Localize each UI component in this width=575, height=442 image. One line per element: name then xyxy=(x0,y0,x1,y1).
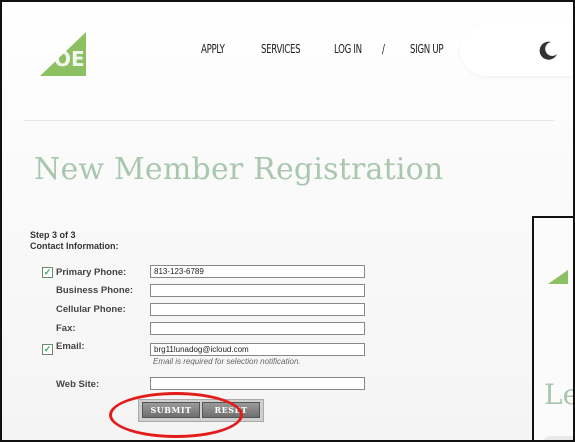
business-phone-label: Business Phone: xyxy=(56,285,134,296)
primary-phone-input[interactable]: 813-123-6789 xyxy=(150,265,365,278)
fax-input[interactable] xyxy=(150,322,365,335)
header-divider xyxy=(24,120,554,121)
moon-icon[interactable] xyxy=(537,40,559,62)
cellular-phone-input[interactable] xyxy=(150,303,365,316)
browser-frame: OE APPLY SERVICES LOG IN / SIGN UP New M… xyxy=(0,0,575,442)
email-label: Email: xyxy=(56,341,85,352)
website-input[interactable] xyxy=(150,377,365,390)
svg-text:OE: OE xyxy=(54,47,85,71)
nav-separator: / xyxy=(382,42,385,56)
website-label: Web Site: xyxy=(56,379,100,390)
overlay-screenshot: Le xyxy=(532,216,573,440)
email-hint: Email is required for selection notifica… xyxy=(153,357,301,366)
nav-apply-link[interactable]: APPLY xyxy=(201,42,225,56)
primary-phone-label: Primary Phone: xyxy=(56,267,127,278)
overlay-logo-icon xyxy=(548,270,568,284)
step-indicator: Step 3 of 3 xyxy=(30,230,76,240)
overlay-bar xyxy=(544,436,573,440)
email-input[interactable]: brg11lunadog@icloud.com xyxy=(150,343,365,356)
fax-label: Fax: xyxy=(56,323,76,334)
overlay-title-fragment: Le xyxy=(544,378,573,411)
nav-signup-link[interactable]: SIGN UP xyxy=(410,42,444,56)
nav-login-link[interactable]: LOG IN xyxy=(334,42,362,56)
section-label: Contact Information: xyxy=(30,241,119,251)
cellular-phone-label: Cellular Phone: xyxy=(56,304,126,315)
business-phone-input[interactable] xyxy=(150,284,365,297)
brand-logo-icon[interactable]: OE xyxy=(40,30,88,78)
page-title: New Member Registration xyxy=(34,152,444,187)
primary-phone-checkbox[interactable]: ✓ xyxy=(42,267,53,278)
highlight-annotation xyxy=(109,392,243,438)
nav-services-link[interactable]: SERVICES xyxy=(261,42,301,56)
email-checkbox[interactable]: ✓ xyxy=(42,344,53,355)
form-step-heading: Step 3 of 3 Contact Information: xyxy=(30,230,119,252)
